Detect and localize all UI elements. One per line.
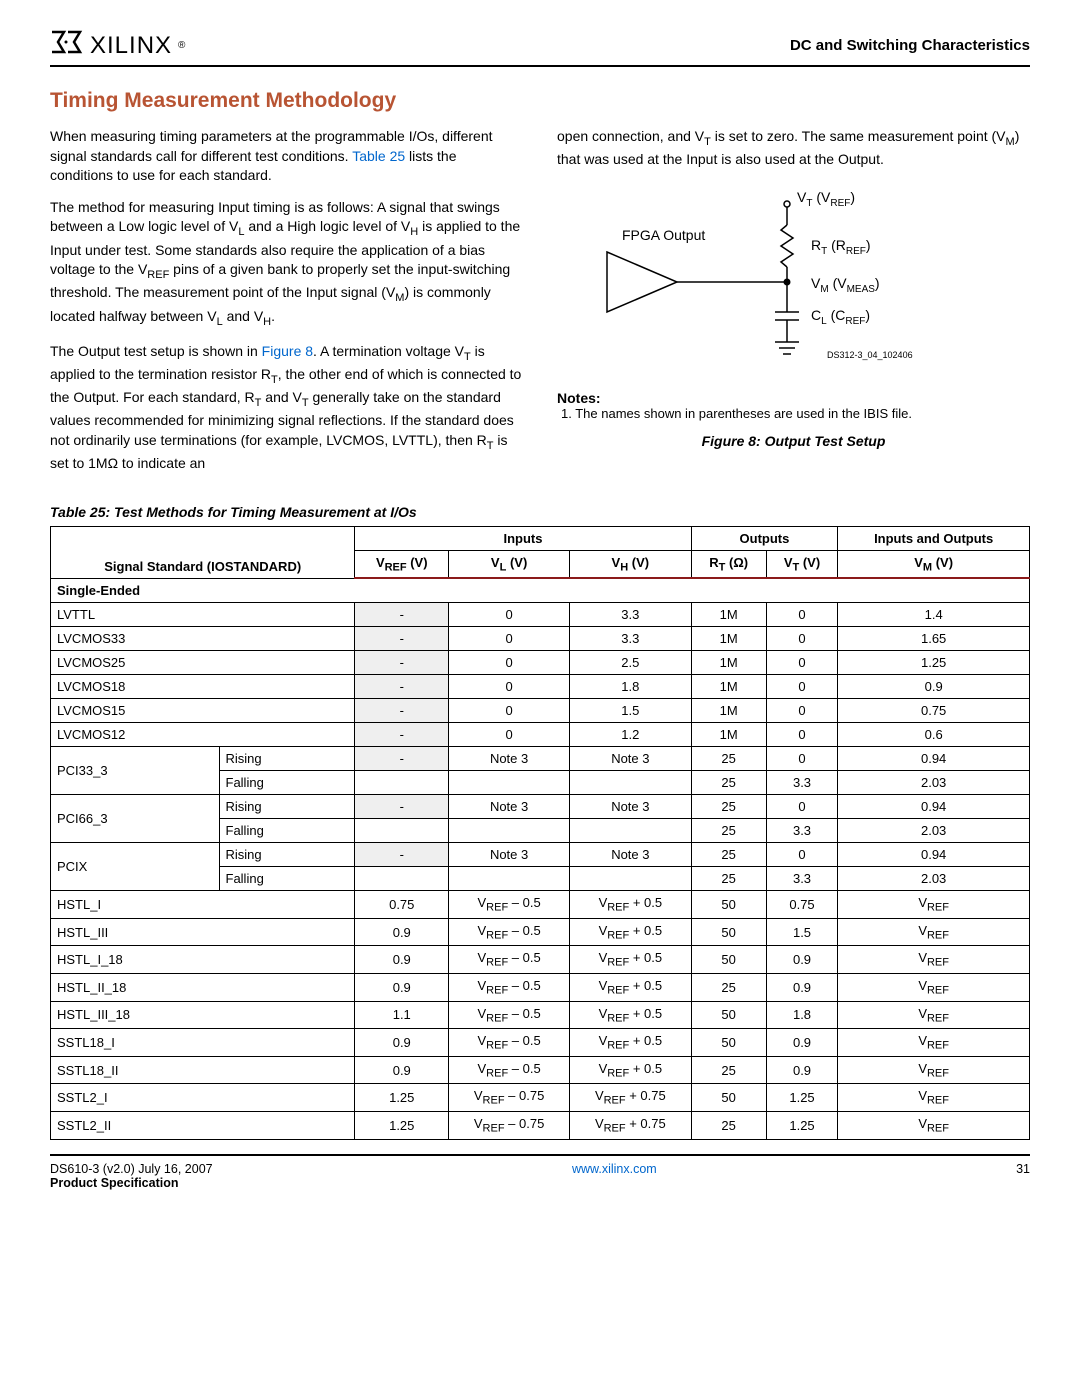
col-inputs: Inputs [355,526,691,550]
section-row: Single-Ended [51,578,1030,603]
table-row: LVCMOS12-01.21M00.6 [51,723,1030,747]
figure-note-1: 1. The names shown in parentheses are us… [575,406,1030,423]
page-footer: DS610-3 (v2.0) July 16, 2007 Product Spe… [50,1154,1030,1190]
table-row: LVCMOS18-01.81M00.9 [51,675,1030,699]
table-row: SSTL2_I1.25VREF – 0.75VREF + 0.75501.25V… [51,1084,1030,1112]
table-row: HSTL_III_181.1VREF – 0.5VREF + 0.5501.8V… [51,1001,1030,1029]
paragraph-4: open connection, and VT is set to zero. … [557,127,1030,170]
logo: XILINX ® [50,30,185,61]
table-row: PCI66_3Rising-Note 3Note 32500.94 [51,795,1030,819]
figure-caption: Figure 8: Output Test Setup [557,433,1030,449]
paragraph-1: When measuring timing parameters at the … [50,127,523,186]
footer-page-number: 31 [1016,1162,1030,1176]
table-row: LVCMOS33-03.31M01.65 [51,627,1030,651]
col-vl: VL (V) [449,550,570,578]
table-row: SSTL18_I0.9VREF – 0.5VREF + 0.5500.9VREF [51,1029,1030,1057]
left-column: When measuring timing parameters at the … [50,127,523,486]
rt-label: RT (RREF) [811,237,871,257]
table-row: HSTL_I_180.9VREF – 0.5VREF + 0.5500.9VRE… [51,946,1030,974]
table-row: LVTTL-03.31M01.4 [51,603,1030,627]
col-rt: RT (Ω) [691,550,766,578]
col-vm: VM (V) [838,550,1030,578]
footer-link[interactable]: www.xilinx.com [572,1162,657,1176]
notes-heading: Notes: [557,390,1030,406]
table-row: PCI33_3Rising-Note 3Note 32500.94 [51,747,1030,771]
footer-left: DS610-3 (v2.0) July 16, 2007 Product Spe… [50,1162,213,1190]
table-row: HSTL_III0.9VREF – 0.5VREF + 0.5501.5VREF [51,918,1030,946]
col-outputs: Outputs [691,526,838,550]
table-caption: Table 25: Test Methods for Timing Measur… [50,504,1030,520]
section-title: DC and Switching Characteristics [790,37,1030,54]
col-vh: VH (V) [570,550,692,578]
cl-label: CL (CREF) [811,307,870,327]
figure-id: DS312-3_04_102406 [827,350,913,360]
table-row: LVCMOS15-01.51M00.75 [51,699,1030,723]
logo-icon [50,30,84,61]
vt-label: VT (VREF) [797,189,855,209]
table-row: PCIXRising-Note 3Note 32500.94 [51,843,1030,867]
table-row: LVCMOS25-02.51M01.25 [51,651,1030,675]
col-signal: Signal Standard (IOSTANDARD) [51,526,355,578]
output-test-setup-diagram: FPGA Output VT (VREF) RT (RREF) VM (VMEA… [597,182,977,382]
logo-text: XILINX [90,32,172,60]
test-methods-table: Signal Standard (IOSTANDARD) Inputs Outp… [50,526,1030,1140]
inline-link[interactable]: Figure 8 [262,343,313,359]
right-column: open connection, and VT is set to zero. … [557,127,1030,486]
table-row: HSTL_I0.75VREF – 0.5VREF + 0.5500.75VREF [51,891,1030,919]
page-header: XILINX ® DC and Switching Characteristic… [50,30,1030,67]
paragraph-2: The method for measuring Input timing is… [50,198,523,330]
col-io: Inputs and Outputs [838,526,1030,550]
table-row: HSTL_II_180.9VREF – 0.5VREF + 0.5250.9VR… [51,974,1030,1002]
col-vref: VREF (V) [355,550,449,578]
page-title: Timing Measurement Methodology [50,89,1030,113]
paragraph-3: The Output test setup is shown in Figure… [50,342,523,474]
table-row: SSTL18_II0.9VREF – 0.5VREF + 0.5250.9VRE… [51,1056,1030,1084]
fpga-output-label: FPGA Output [622,227,705,243]
col-vt: VT (V) [766,550,838,578]
table-body: Single-EndedLVTTL-03.31M01.4LVCMOS33-03.… [51,578,1030,1139]
table-row: SSTL2_II1.25VREF – 0.75VREF + 0.75251.25… [51,1112,1030,1140]
body-columns: When measuring timing parameters at the … [50,127,1030,486]
inline-link[interactable]: Table 25 [352,148,405,164]
figure-8: FPGA Output VT (VREF) RT (RREF) VM (VMEA… [557,182,1030,449]
vm-label: VM (VMEAS) [811,275,880,295]
